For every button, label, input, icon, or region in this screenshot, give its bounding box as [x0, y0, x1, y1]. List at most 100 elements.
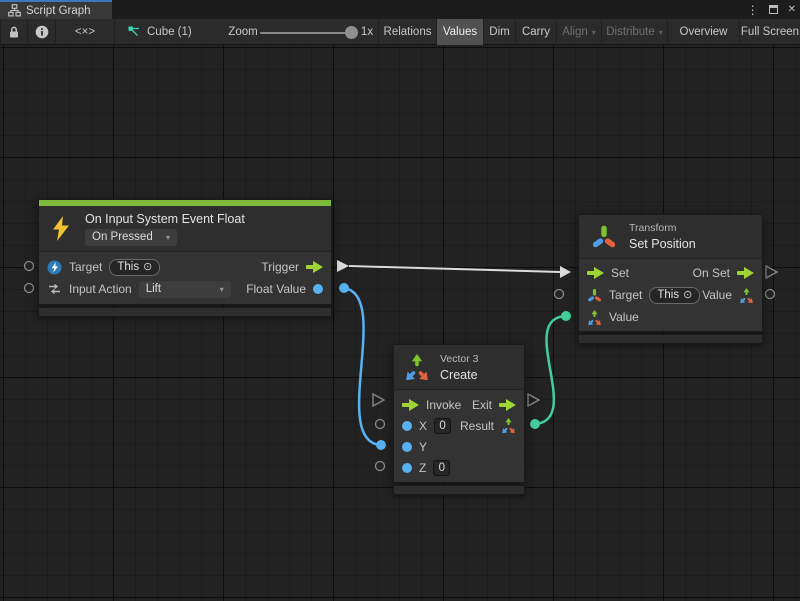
graph-toolbar: <×> Cube (1) Zoom 1x Relations Values — [0, 19, 800, 45]
exit-label: Exit — [472, 398, 492, 412]
wire-result-to-value[interactable] — [535, 316, 566, 424]
set-label: Set — [611, 266, 629, 280]
maximize-icon[interactable] — [769, 5, 778, 14]
chevron-down-icon: ▾ — [220, 285, 224, 294]
float-port-icon[interactable] — [402, 463, 412, 473]
node-vector3-create[interactable]: Vector 3 Create Invoke Exit — [393, 344, 525, 483]
event-mode-dropdown[interactable]: On Pressed ▾ — [85, 229, 177, 246]
port-exit-out[interactable] — [528, 394, 539, 406]
trigger-label: Trigger — [261, 260, 299, 274]
graph-name: Cube (1) — [147, 26, 192, 38]
info-button[interactable] — [27, 19, 55, 45]
dim-button[interactable]: Dim — [483, 19, 515, 45]
zoom-slider-handle[interactable] — [345, 26, 358, 39]
node-on-input-system-event-float[interactable]: On Input System Event Float On Pressed ▾… — [38, 199, 332, 305]
target-object-field[interactable]: This ⊙ — [649, 287, 700, 304]
port-y-in[interactable] — [376, 440, 386, 450]
float-port-icon[interactable] — [402, 421, 412, 431]
transform-port-icon — [587, 288, 602, 303]
input-action-icon — [47, 282, 62, 296]
port-z-in[interactable] — [376, 462, 385, 471]
port-result-out[interactable] — [530, 419, 540, 429]
port-transform-target-in[interactable] — [555, 290, 564, 299]
port-x-in[interactable] — [376, 420, 385, 429]
close-icon[interactable]: ✕ — [788, 4, 796, 15]
align-dropdown[interactable]: Align▾ — [556, 19, 601, 45]
float-value-label: Float Value — [246, 282, 306, 296]
window-menu-icon[interactable]: ⋮ — [747, 3, 759, 17]
port-event-target-in[interactable] — [25, 262, 34, 271]
x-value-field[interactable]: 0 — [434, 418, 451, 434]
control-port-icon[interactable] — [306, 261, 323, 273]
node-transform-set-position[interactable]: Transform Set Position Set On Set — [578, 214, 763, 332]
code-icon: <×> — [75, 26, 95, 38]
port-onset-out[interactable] — [766, 266, 777, 278]
wire-trigger-to-set[interactable] — [349, 266, 560, 272]
graph-canvas[interactable]: On Input System Event Float On Pressed ▾… — [0, 45, 800, 601]
transform-icon — [591, 224, 617, 250]
port-row-z: Z 0 — [394, 457, 524, 478]
value-input-label: Value — [609, 310, 639, 324]
wire-arrowhead — [560, 266, 571, 278]
relations-button[interactable]: Relations — [378, 19, 436, 45]
port-transform-value-out[interactable] — [766, 290, 775, 299]
float-port-icon[interactable] — [313, 284, 323, 294]
control-port-icon[interactable] — [499, 399, 516, 411]
on-set-label: On Set — [693, 266, 730, 280]
port-row-invoke: Invoke Exit — [394, 394, 524, 415]
port-row-set: Set On Set — [579, 262, 762, 284]
tab-bar: Script Graph ⋮ ✕ — [0, 0, 800, 19]
z-value-field[interactable]: 0 — [433, 460, 450, 476]
port-row-target: Target This ⊙ Trigger — [39, 256, 331, 278]
event-unit-icon — [47, 260, 62, 275]
port-event-action-in[interactable] — [25, 284, 34, 293]
input-action-label: Input Action — [69, 282, 132, 296]
port-floatvalue-out[interactable] — [339, 283, 349, 293]
control-port-icon[interactable] — [587, 267, 604, 279]
vector3-port-icon[interactable] — [501, 418, 516, 433]
values-button[interactable]: Values — [436, 19, 483, 45]
input-action-dropdown[interactable]: Lift ▾ — [139, 281, 231, 298]
tab-title: Script Graph — [26, 5, 91, 17]
node-category: Transform — [629, 222, 696, 234]
port-value-in[interactable] — [561, 311, 571, 321]
lock-icon — [7, 25, 21, 39]
node-title: Set Position — [629, 237, 696, 251]
chevron-down-icon: ▾ — [166, 233, 170, 242]
tab-script-graph[interactable]: Script Graph — [0, 0, 112, 19]
port-row-y: Y — [394, 436, 524, 457]
target-object-field[interactable]: This ⊙ — [109, 259, 160, 276]
node-title: Create — [440, 368, 479, 382]
window-controls: ⋮ ✕ — [747, 0, 796, 19]
code-view-button[interactable]: <×> — [55, 19, 115, 45]
transform-node-footer — [578, 334, 763, 344]
z-label: Z — [419, 461, 426, 475]
invoke-label: Invoke — [426, 398, 461, 412]
port-row-transform-target: Target This ⊙ Value — [579, 284, 762, 306]
vector-node-footer — [393, 485, 525, 495]
zoom-label: Zoom — [228, 19, 258, 45]
lock-button[interactable] — [0, 19, 27, 45]
distribute-dropdown[interactable]: Distribute▾ — [601, 19, 667, 45]
control-port-icon[interactable] — [737, 267, 754, 279]
zoom-value: 1x — [358, 19, 376, 45]
info-icon — [35, 25, 49, 39]
port-invoke-in[interactable] — [373, 394, 384, 406]
zoom-slider-track[interactable] — [260, 32, 350, 34]
lightning-icon — [51, 216, 71, 241]
graph-breadcrumb[interactable]: Cube (1) — [128, 19, 208, 45]
carry-button[interactable]: Carry — [515, 19, 556, 45]
value-output-label: Value — [702, 288, 732, 302]
wire-floatvalue-to-y[interactable] — [344, 288, 380, 445]
overview-button[interactable]: Overview — [667, 19, 739, 45]
object-picker-icon[interactable]: ⊙ — [143, 262, 152, 273]
port-trigger-out[interactable] — [337, 260, 349, 272]
node-category: Vector 3 — [440, 353, 479, 365]
object-picker-icon[interactable]: ⊙ — [683, 290, 692, 301]
vector3-port-icon[interactable] — [739, 288, 754, 303]
float-port-icon[interactable] — [402, 442, 412, 452]
control-port-icon[interactable] — [402, 399, 419, 411]
fullscreen-button[interactable]: Full Screen — [739, 19, 800, 45]
y-label: Y — [419, 440, 427, 454]
vector3-port-icon[interactable] — [587, 310, 602, 325]
